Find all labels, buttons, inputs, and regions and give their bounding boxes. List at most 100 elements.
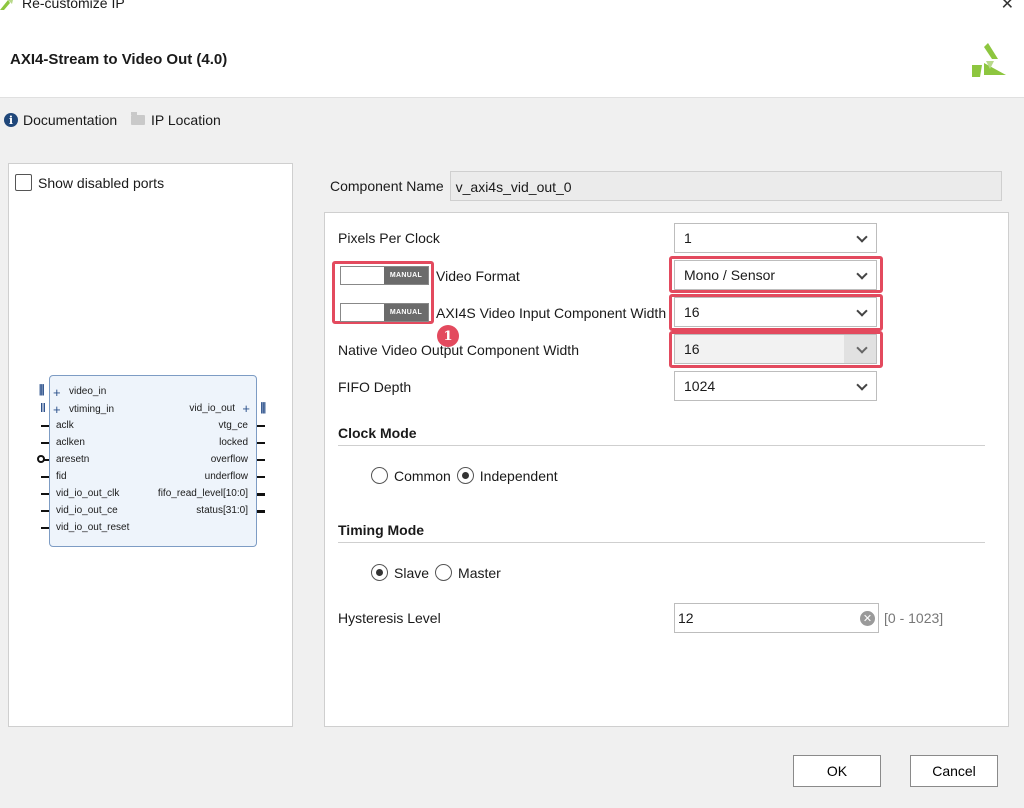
port-video-in: video_in: [69, 386, 107, 397]
radio-independent-label: Independent: [479, 467, 558, 484]
vivado-app-icon: [0, 0, 13, 10]
ok-button[interactable]: OK: [793, 755, 881, 787]
divider: [338, 542, 985, 543]
port-locked: locked: [219, 437, 248, 448]
configuration-panel: Component Name v_axi4s_vid_out_0 Pixels …: [300, 163, 1016, 733]
divider: [338, 445, 985, 446]
component-name-row: Component Name v_axi4s_vid_out_0: [330, 171, 1002, 201]
chevron-down-icon: [856, 268, 868, 280]
port-vid-io-out: vid_io_out: [189, 403, 235, 414]
active-low-marker: [37, 455, 45, 463]
port-pin: [257, 425, 265, 427]
cancel-button[interactable]: Cancel: [910, 755, 998, 787]
dialog-header: AXI4-Stream to Video Out (4.0): [0, 20, 1024, 98]
port-vid-io-out-ce: vid_io_out_ce: [56, 505, 118, 516]
manual-toggle-knob: MANUAL: [384, 267, 428, 284]
video-format-value: Mono / Sensor: [684, 267, 776, 283]
expand-plus-icon[interactable]: +: [242, 401, 250, 416]
output-width-label: Native Video Output Component Width: [338, 342, 579, 358]
ip-block-symbol: ⫼ + video_in ‖ + vtiming_in aclk aclken …: [37, 375, 266, 547]
clock-mode-options: Common Independent: [371, 467, 564, 484]
ip-location-label: IP Location: [151, 112, 221, 128]
expand-plus-icon[interactable]: +: [53, 385, 61, 400]
port-pin: [41, 510, 49, 512]
documentation-label: Documentation: [23, 112, 118, 128]
pixels-per-clock-select[interactable]: 1: [674, 223, 877, 253]
video-format-label: Video Format: [436, 268, 520, 284]
fifo-depth-value: 1024: [684, 378, 716, 394]
fifo-depth-select[interactable]: 1024: [674, 371, 877, 401]
port-pin: [257, 442, 265, 444]
port-fifo-read-level: fifo_read_level[10:0]: [157, 488, 248, 499]
chevron-down-icon: [856, 379, 868, 391]
timing-mode-options: Slave Master: [371, 564, 507, 581]
video-format-select[interactable]: Mono / Sensor: [674, 260, 877, 290]
chevron-down-icon: [856, 305, 868, 317]
ip-title: AXI4-Stream to Video Out (4.0): [10, 51, 228, 68]
port-pin: [257, 476, 265, 478]
vivado-logo-icon: [972, 43, 1006, 77]
hysteresis-range: [0 - 1023]: [884, 610, 944, 626]
hysteresis-level-input[interactable]: 12 ✕: [674, 603, 879, 633]
show-disabled-ports-row[interactable]: Show disabled ports: [15, 174, 164, 191]
input-width-select[interactable]: 16: [674, 297, 877, 327]
clock-mode-common[interactable]: Common: [371, 467, 451, 484]
chevron-down-icon: [856, 231, 868, 243]
bus-interface-icon: ‖: [40, 401, 46, 415]
port-pin: [257, 493, 265, 496]
ip-location-link[interactable]: IP Location: [131, 112, 221, 128]
input-width-manual-toggle[interactable]: MANUAL: [340, 303, 429, 322]
show-disabled-ports-label: Show disabled ports: [38, 174, 165, 191]
documentation-link[interactable]: i Documentation: [4, 112, 117, 128]
port-pin: [257, 459, 265, 461]
clock-mode-title: Clock Mode: [338, 425, 417, 441]
radio-independent[interactable]: [456, 467, 474, 484]
bus-interface-icon: ⫼: [260, 401, 266, 415]
show-disabled-ports-checkbox[interactable]: [15, 174, 32, 191]
window-title: Re-customize IP: [22, 0, 125, 11]
video-format-manual-toggle[interactable]: MANUAL: [340, 266, 429, 285]
expand-plus-icon[interactable]: +: [53, 402, 61, 417]
port-aclken: aclken: [56, 437, 85, 448]
symbol-panel: Show disabled ports ⫼ + video_in ‖ + vti…: [8, 163, 293, 727]
port-pin: [41, 527, 49, 529]
link-bar: i Documentation IP Location: [0, 98, 1024, 142]
port-vid-io-out-clk: vid_io_out_clk: [56, 488, 120, 499]
pixels-per-clock-value: 1: [684, 230, 692, 246]
port-vid-io-out-reset: vid_io_out_reset: [56, 522, 130, 533]
input-width-value: 16: [684, 304, 700, 320]
folder-icon: [131, 112, 145, 125]
port-aresetn: aresetn: [56, 454, 90, 465]
port-vtg-ce: vtg_ce: [218, 420, 248, 431]
radio-slave-label: Slave: [394, 564, 430, 581]
clear-icon[interactable]: ✕: [860, 611, 875, 626]
output-width-select[interactable]: 16: [674, 334, 877, 364]
component-name-label: Component Name: [330, 178, 444, 194]
port-aclk: aclk: [56, 420, 74, 431]
info-icon: i: [4, 113, 18, 127]
radio-common[interactable]: [371, 467, 388, 484]
close-icon[interactable]: ✕: [1001, 0, 1014, 14]
fifo-depth-label: FIFO Depth: [338, 379, 412, 395]
output-width-value: 16: [684, 341, 700, 357]
component-name-input[interactable]: v_axi4s_vid_out_0: [449, 171, 1002, 201]
timing-mode-master[interactable]: Master: [435, 564, 501, 581]
radio-slave[interactable]: [371, 564, 388, 581]
port-pin: [41, 425, 49, 427]
radio-master-label: Master: [458, 564, 501, 581]
port-pin: [41, 476, 49, 478]
timing-mode-slave[interactable]: Slave: [371, 564, 429, 581]
manual-toggle-knob: MANUAL: [384, 304, 428, 321]
hysteresis-level-label: Hysteresis Level: [338, 610, 441, 626]
clock-mode-independent[interactable]: Independent: [456, 467, 558, 484]
port-overflow: overflow: [210, 454, 248, 465]
radio-master[interactable]: [435, 564, 453, 581]
port-status: status[31:0]: [196, 505, 248, 516]
hysteresis-level-value: 12: [678, 610, 694, 626]
pixels-per-clock-label: Pixels Per Clock: [338, 230, 440, 246]
port-underflow: underflow: [204, 471, 248, 482]
parameters-panel: Pixels Per Clock 1 MANUAL MANUAL 1 Video…: [324, 212, 1009, 727]
title-bar: Re-customize IP ✕: [0, 0, 1024, 20]
port-fid: fid: [56, 471, 67, 482]
port-vtiming-in: vtiming_in: [69, 404, 115, 415]
